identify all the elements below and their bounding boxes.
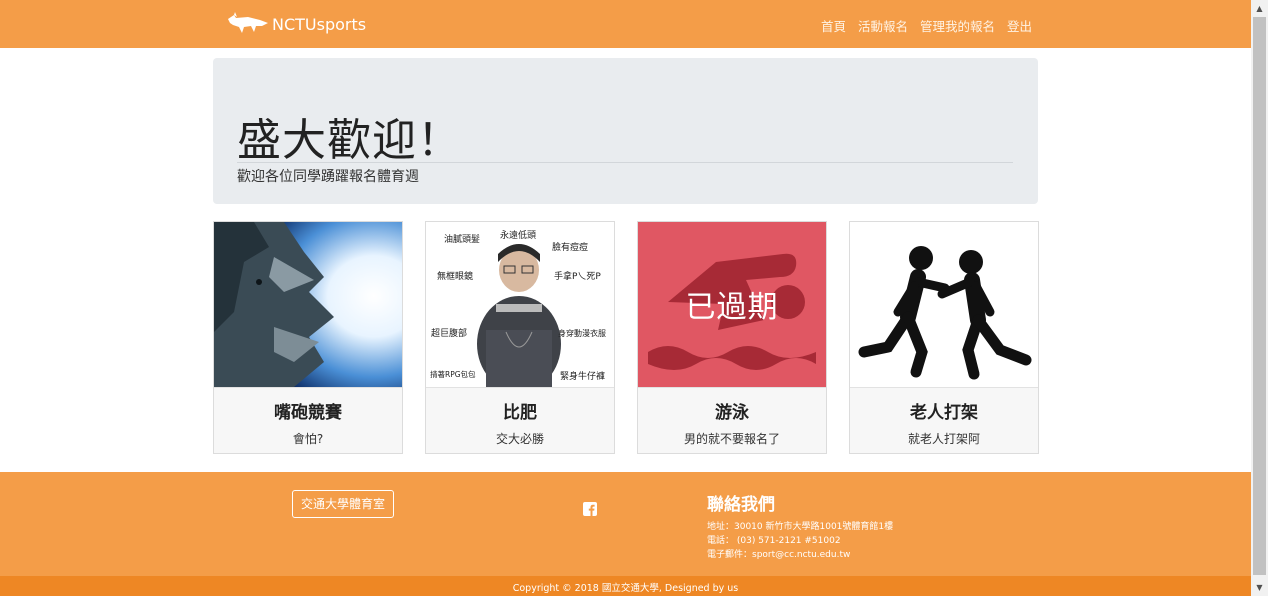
activity-card-weight[interactable]: 油膩頭髮 永遠低頭 臉有痘痘 無框眼鏡 手拿P乀死P 超巨腹部 身穿動漫衣服 揹… [425,221,615,454]
meme-label: 揹著RPG包包 [430,369,476,379]
nav-manage-signups[interactable]: 管理我的報名 [920,16,995,35]
contact-email: 電子郵件：sport@cc.nctu.edu.tw [707,550,851,560]
meme-label: 永遠低頭 [500,229,536,241]
card-image-meme: 油膩頭髮 永遠低頭 臉有痘痘 無框眼鏡 手拿P乀死P 超巨腹部 身穿動漫衣服 揹… [426,222,614,387]
vertical-scrollbar[interactable]: ▲ ▼ [1251,0,1268,596]
meme-label: 超巨腹部 [431,327,467,339]
contact-title: 聯絡我們 [707,495,775,515]
welcome-jumbotron: 盛大歡迎！ 歡迎各位同學踴躍報名體育週 [213,58,1038,204]
meme-label: 身穿動漫衣服 [558,328,606,338]
activity-card-swimming[interactable]: 已過期 游泳 男的就不要報名了 [637,221,827,454]
meme-label: 手拿P乀死P [554,270,601,282]
meme-label: 緊身牛仔褲 [560,370,605,382]
card-title: 嘴砲競賽 [274,403,342,423]
card-text: 就老人打架阿 [907,432,980,446]
card-image-fighters [850,222,1038,387]
nav-activity-signup[interactable]: 活動報名 [858,16,908,35]
scroll-up-icon[interactable]: ▲ [1251,0,1268,17]
fighters-icon [850,222,1038,387]
brand-name: NCTUsports [272,14,367,34]
card-body: 游泳 男的就不要報名了 [638,387,826,453]
contact-phone: 電話： (03) 571-2121 #51002 [707,536,841,546]
card-image-swimming: 已過期 [638,222,826,387]
activity-card-debate[interactable]: 嘴砲競賽 會怕? [213,221,403,454]
pe-office-button[interactable]: 交通大學體育室 [292,490,394,518]
nav-home[interactable]: 首頁 [821,16,846,35]
nav-menu: 首頁 活動報名 管理我的報名 登出 [821,16,1032,35]
page: NCTUsports 首頁 活動報名 管理我的報名 登出 盛大歡迎！ 歡迎各位同… [0,0,1251,596]
facebook-icon[interactable] [583,502,597,516]
nav-logout[interactable]: 登出 [1007,16,1032,35]
card-text: 男的就不要報名了 [683,432,780,446]
contact-address: 地址：30010 新竹市大學路1001號體育館1樓 [707,522,894,532]
scroll-thumb[interactable] [1253,17,1266,575]
copyright-bar: Copyright © 2018 國立交通大學, Designed by us [0,576,1251,596]
card-body: 嘴砲競賽 會怕? [214,387,402,453]
card-body: 比肥 交大必勝 [426,387,614,453]
card-text: 會怕? [292,432,324,446]
brand-link[interactable]: NCTUsports [226,9,366,39]
welcome-title: 盛大歡迎！ [237,115,462,166]
fox-logo-icon [228,12,268,33]
navbar: NCTUsports 首頁 活動報名 管理我的報名 登出 [0,0,1251,48]
jumbotron-divider [237,162,1013,163]
welcome-lead: 歡迎各位同學踴躍報名體育週 [237,169,419,185]
card-title: 游泳 [715,403,749,423]
card-text: 交大必勝 [495,432,544,446]
meme-label: 臉有痘痘 [552,241,588,253]
activity-card-fight[interactable]: 老人打架 就老人打架阿 [849,221,1039,454]
card-image-godzilla [214,222,402,387]
card-title: 老人打架 [910,403,978,423]
expired-label: 已過期 [685,290,779,325]
meme-label: 油膩頭髮 [444,233,480,245]
scroll-down-icon[interactable]: ▼ [1251,579,1268,596]
footer: 交通大學體育室 聯絡我們 地址：30010 新竹市大學路1001號體育館1樓 電… [0,472,1251,576]
meme-label: 無框眼鏡 [437,270,473,282]
card-body: 老人打架 就老人打架阿 [850,387,1038,453]
card-title: 比肥 [503,403,537,423]
